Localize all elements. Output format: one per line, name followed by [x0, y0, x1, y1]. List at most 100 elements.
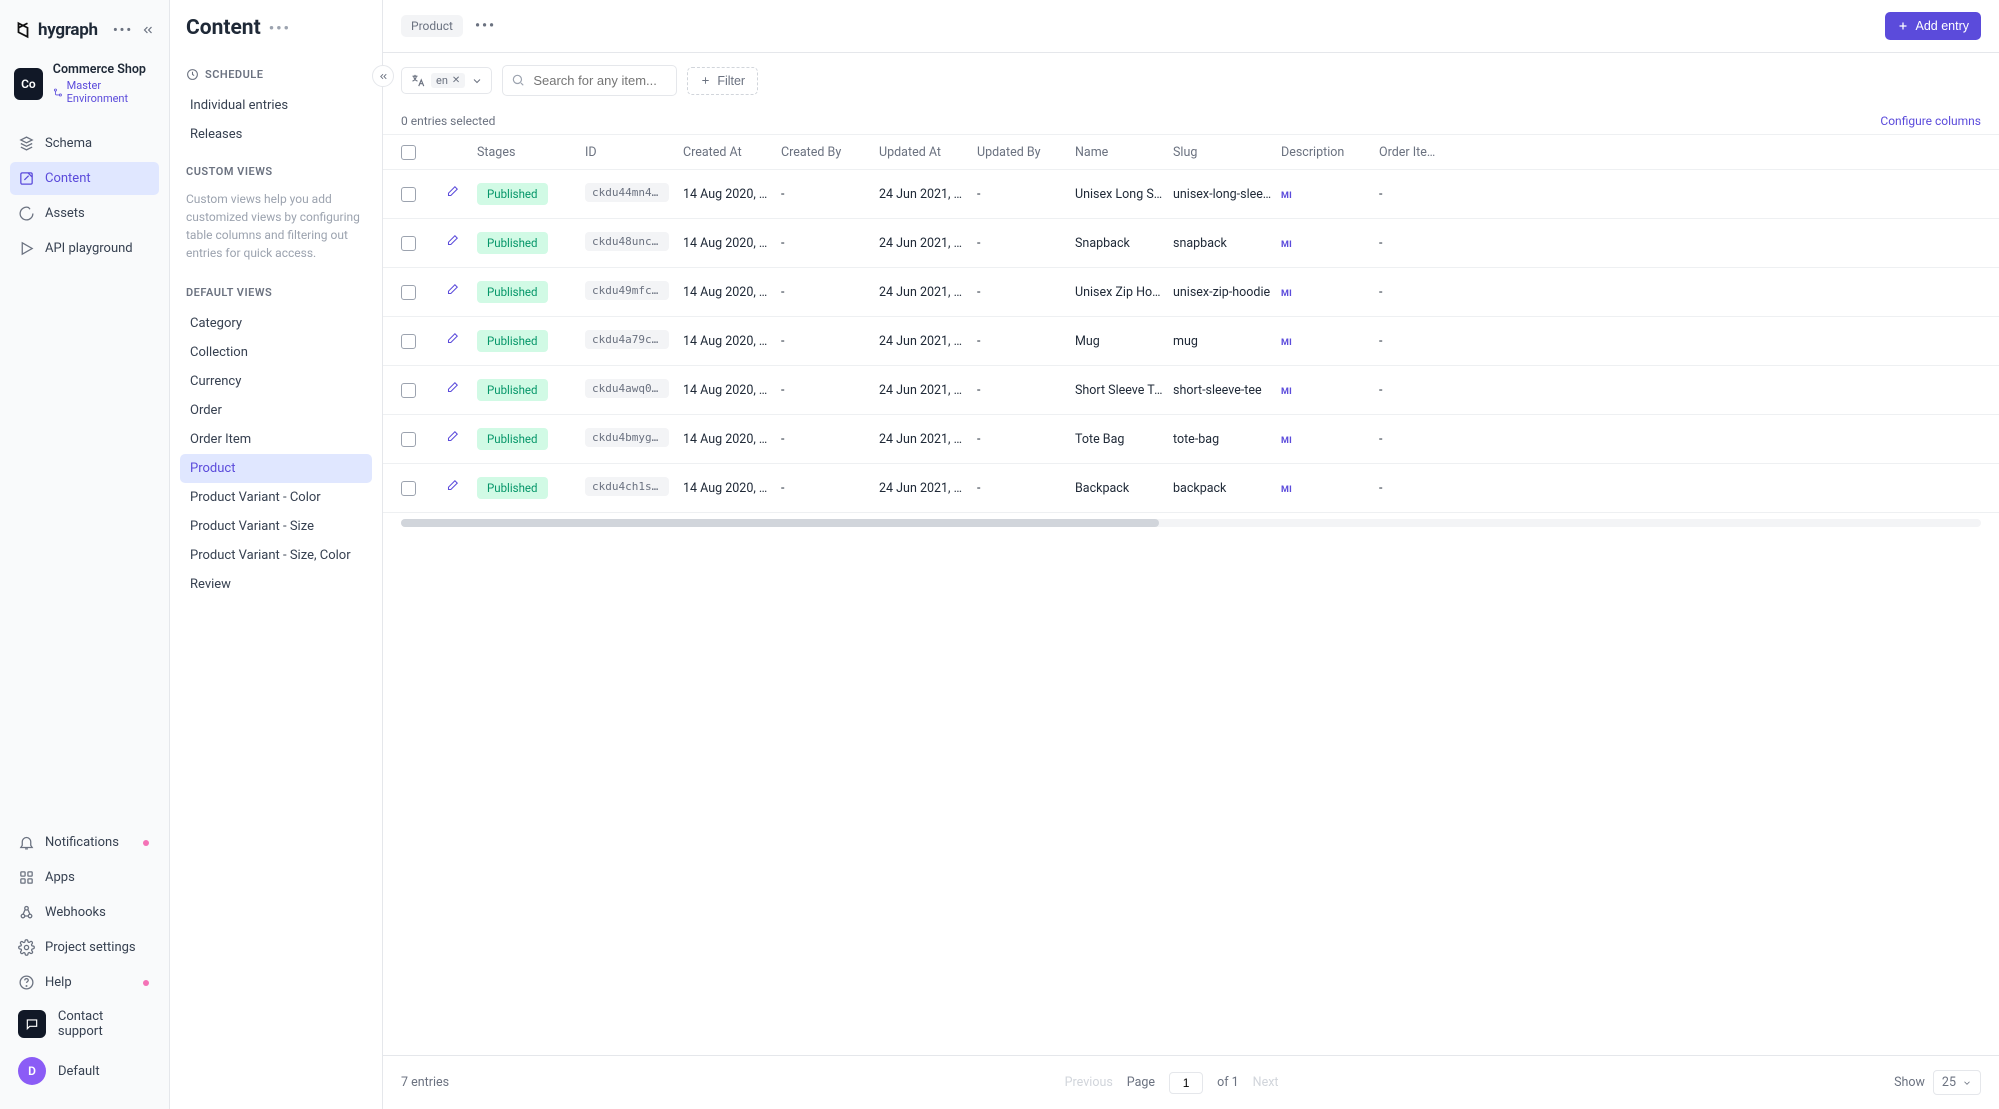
schedule-item[interactable]: Individual entries: [180, 91, 372, 120]
language-chip[interactable]: en ✕: [431, 73, 465, 88]
search-input[interactable]: [502, 65, 677, 96]
language-selector[interactable]: en ✕: [401, 67, 492, 94]
default-view-item[interactable]: Review: [180, 570, 372, 599]
nav-project-settings[interactable]: Project settings: [10, 931, 159, 964]
row-id[interactable]: ckdu48unc0gz...: [585, 232, 669, 251]
col-name[interactable]: Name: [1075, 145, 1173, 160]
row-updated-by: -: [977, 383, 1075, 398]
collapse-panel-button[interactable]: [372, 65, 394, 87]
default-view-item[interactable]: Order: [180, 396, 372, 425]
edit-row-icon[interactable]: [445, 479, 459, 497]
nav-webhooks[interactable]: Webhooks: [10, 896, 159, 929]
row-updated-at: 24 Jun 2021, 18:53: [879, 481, 977, 496]
row-order-items: -: [1379, 481, 1449, 496]
content-title-menu[interactable]: •••: [269, 19, 291, 37]
gear-icon: [18, 939, 35, 956]
col-created-at[interactable]: Created At: [683, 145, 781, 160]
schema-icon: [18, 135, 35, 152]
nav-apps[interactable]: Apps: [10, 861, 159, 894]
edit-row-icon[interactable]: [445, 332, 459, 350]
row-name: Mug: [1075, 334, 1173, 349]
remove-lang-icon[interactable]: ✕: [452, 75, 460, 86]
row-order-items: -: [1379, 383, 1449, 398]
pager-page-input[interactable]: [1169, 1072, 1203, 1094]
default-view-item[interactable]: Category: [180, 309, 372, 338]
nav-notifications[interactable]: Notifications: [10, 826, 159, 859]
project-avatar: Co: [14, 68, 43, 100]
default-view-item[interactable]: Product: [180, 454, 372, 483]
translate-icon: [410, 73, 425, 88]
edit-row-icon[interactable]: [445, 381, 459, 399]
schedule-item[interactable]: Releases: [180, 120, 372, 149]
edit-row-icon[interactable]: [445, 430, 459, 448]
pager-previous[interactable]: Previous: [1065, 1075, 1113, 1090]
row-id[interactable]: ckdu4ch1s0h1...: [585, 477, 669, 496]
col-order-items[interactable]: Order Items: [1379, 145, 1449, 160]
col-created-by[interactable]: Created By: [781, 145, 879, 160]
row-name: Snapback: [1075, 236, 1173, 251]
table-row[interactable]: Published ckdu44mn40g... 14 Aug 2020, 12…: [383, 170, 1999, 219]
table-row[interactable]: Published ckdu49mfc0h... 14 Aug 2020, 12…: [383, 268, 1999, 317]
nav-assets[interactable]: Assets: [10, 197, 159, 230]
row-checkbox[interactable]: [401, 481, 416, 496]
content-icon: [18, 170, 35, 187]
row-checkbox[interactable]: [401, 432, 416, 447]
page-size-select[interactable]: 25: [1933, 1070, 1981, 1095]
nav-api-playground[interactable]: API playground: [10, 232, 159, 265]
default-view-item[interactable]: Collection: [180, 338, 372, 367]
nav-content[interactable]: Content: [10, 162, 159, 195]
col-updated-by[interactable]: Updated By: [977, 145, 1075, 160]
row-checkbox[interactable]: [401, 334, 416, 349]
row-checkbox[interactable]: [401, 187, 416, 202]
pager-next[interactable]: Next: [1253, 1075, 1279, 1090]
horizontal-scrollbar[interactable]: [401, 519, 1981, 527]
plus-small-icon: [700, 75, 711, 86]
row-created-at: 14 Aug 2020, 12:5: [683, 285, 781, 300]
configure-columns-link[interactable]: Configure columns: [1880, 114, 1981, 128]
table-row[interactable]: Published ckdu48unc0gz... 14 Aug 2020, 1…: [383, 219, 1999, 268]
table-wrapper[interactable]: Stages ID Created At Created By Updated …: [383, 134, 1999, 1055]
col-description[interactable]: Description: [1281, 145, 1379, 160]
row-slug: unisex-zip-hoodie: [1173, 285, 1281, 300]
project-block[interactable]: Co Commerce Shop Master Environment: [0, 56, 169, 123]
breadcrumb-model[interactable]: Product: [401, 15, 463, 37]
col-slug[interactable]: Slug: [1173, 145, 1281, 160]
row-checkbox[interactable]: [401, 285, 416, 300]
edit-row-icon[interactable]: [445, 283, 459, 301]
edit-row-icon[interactable]: [445, 234, 459, 252]
default-view-item[interactable]: Product Variant - Size: [180, 512, 372, 541]
col-id[interactable]: ID: [585, 145, 683, 160]
row-updated-by: -: [977, 432, 1075, 447]
collapse-sidebar-icon[interactable]: [141, 23, 155, 37]
col-stages[interactable]: Stages: [477, 145, 585, 160]
branch-icon: [53, 87, 63, 98]
row-id[interactable]: ckdu4a79c0h...: [585, 330, 669, 349]
nav-user[interactable]: D Default: [10, 1049, 159, 1093]
row-checkbox[interactable]: [401, 383, 416, 398]
row-id[interactable]: ckdu4awq00h...: [585, 379, 669, 398]
nav-schema[interactable]: Schema: [10, 127, 159, 160]
default-view-item[interactable]: Order Item: [180, 425, 372, 454]
table-row[interactable]: Published ckdu4ch1s0h1... 14 Aug 2020, 1…: [383, 464, 1999, 513]
row-checkbox[interactable]: [401, 236, 416, 251]
row-id[interactable]: ckdu49mfc0h...: [585, 281, 669, 300]
nav-contact-support[interactable]: Contact support: [10, 1001, 159, 1047]
row-id[interactable]: ckdu44mn40g...: [585, 183, 669, 202]
default-view-item[interactable]: Currency: [180, 367, 372, 396]
col-updated-at[interactable]: Updated At: [879, 145, 977, 160]
pager-page-label: Page: [1127, 1075, 1155, 1090]
primary-sidebar: hygraph ••• Co Commerce Shop Master Envi…: [0, 0, 170, 1109]
row-id[interactable]: ckdu4bmyg0h...: [585, 428, 669, 447]
breadcrumb-menu[interactable]: •••: [475, 18, 496, 34]
edit-row-icon[interactable]: [445, 185, 459, 203]
default-view-item[interactable]: Product Variant - Size, Color: [180, 541, 372, 570]
project-menu-dots[interactable]: •••: [113, 23, 133, 38]
table-row[interactable]: Published ckdu4bmyg0h... 14 Aug 2020, 12…: [383, 415, 1999, 464]
table-row[interactable]: Published ckdu4a79c0h... 14 Aug 2020, 12…: [383, 317, 1999, 366]
nav-help[interactable]: Help: [10, 966, 159, 999]
add-entry-button[interactable]: Add entry: [1885, 12, 1981, 40]
select-all-checkbox[interactable]: [401, 145, 416, 160]
filter-button[interactable]: Filter: [687, 67, 758, 95]
table-row[interactable]: Published ckdu4awq00h... 14 Aug 2020, 12…: [383, 366, 1999, 415]
default-view-item[interactable]: Product Variant - Color: [180, 483, 372, 512]
